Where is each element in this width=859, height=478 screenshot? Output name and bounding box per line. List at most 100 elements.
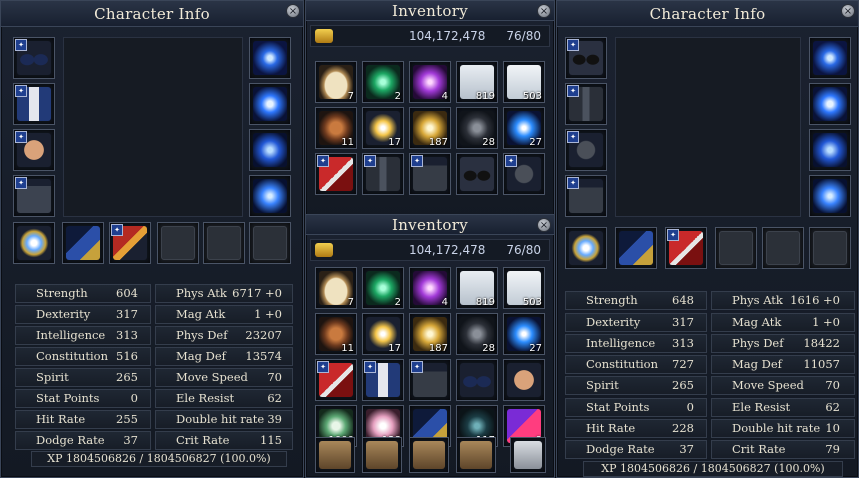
enchant-badge-icon: ✦ xyxy=(15,177,27,189)
inventory-slot[interactable]: ✦ xyxy=(315,153,357,195)
stat-dexterity: Dexterity 317 xyxy=(565,313,707,332)
equip-slot-gloves[interactable]: ✦ xyxy=(565,129,607,171)
bag-slot-2[interactable] xyxy=(362,437,402,473)
equip-slot-amulet[interactable] xyxy=(13,222,55,264)
equip-slot-sunglasses[interactable]: ✦ xyxy=(565,37,607,79)
inventory-slot[interactable]: 7 xyxy=(315,61,357,103)
equip-slot-boots[interactable]: ✦ xyxy=(13,175,55,217)
inventory-slot[interactable]: 819 xyxy=(456,61,498,103)
inventory-slot[interactable]: 17 xyxy=(362,313,404,355)
equip-slot-coat[interactable]: ✦ xyxy=(13,83,55,125)
stat-ele-resist: Ele Resist 62 xyxy=(155,389,293,408)
locked-slot-icon xyxy=(719,231,753,265)
inventory-slot[interactable]: ✦ xyxy=(409,359,451,401)
character-preview-area xyxy=(615,37,801,217)
inventory-slot[interactable]: 4 xyxy=(409,267,451,309)
inventory-slot[interactable]: 11 xyxy=(315,107,357,149)
close-button[interactable]: × xyxy=(841,4,855,18)
trash-slot[interactable] xyxy=(510,437,546,473)
stat-mag-def: Mag Def 11057 xyxy=(711,355,855,374)
inventory-slot[interactable]: 503 xyxy=(503,61,545,103)
enchant-badge-icon: ✦ xyxy=(411,361,423,373)
equip-slot-gloves[interactable]: ✦ xyxy=(13,129,55,171)
blue-sparkle-icon xyxy=(813,133,847,167)
bag-slot-1[interactable] xyxy=(315,437,355,473)
skill-slot-1[interactable] xyxy=(809,37,851,79)
inventory-slot[interactable]: ✦ xyxy=(315,359,357,401)
close-button[interactable]: × xyxy=(286,4,300,18)
inventory-slot[interactable]: ✦ xyxy=(362,359,404,401)
gold-bar: 104,172,478 76/80 xyxy=(310,25,550,47)
gold-coin-icon xyxy=(315,29,333,43)
inventory-slot[interactable]: ✦ xyxy=(409,153,451,195)
skill-slot-3[interactable] xyxy=(249,129,291,171)
xp-bar: XP 1804506826 / 1804506827 (100.0%) xyxy=(31,451,287,467)
inventory-slot[interactable]: 28 xyxy=(456,107,498,149)
stat-intelligence: Intelligence 313 xyxy=(565,334,707,353)
equip-slot-mount[interactable] xyxy=(62,222,104,264)
equip-slot-locked-2 xyxy=(203,222,245,264)
stat-hit-rate: Hit Rate 255 xyxy=(15,410,151,429)
equip-slot-locked-3 xyxy=(809,227,851,269)
stat-strength: Strength 604 xyxy=(15,284,151,303)
skill-slot-4[interactable] xyxy=(249,175,291,217)
stat-phys-def: Phys Def 18422 xyxy=(711,334,855,353)
inventory-slot[interactable] xyxy=(503,359,545,401)
inventory-slot[interactable]: 11 xyxy=(315,313,357,355)
blue-orb-icon xyxy=(253,87,287,121)
equip-slot-boots[interactable]: ✦ xyxy=(565,175,607,217)
stat-crit-rate: Crit Rate 115 xyxy=(155,431,293,450)
enchant-badge-icon: ✦ xyxy=(567,177,579,189)
bag-slot-4[interactable] xyxy=(456,437,496,473)
equip-slot-weapon[interactable]: ✦ xyxy=(665,227,707,269)
skill-slot-3[interactable] xyxy=(809,129,851,171)
stat-stat-points: Stat Points 0 xyxy=(565,398,707,417)
stat-double-hit-rate: Double hit rate 39 xyxy=(155,410,293,429)
stat-double-hit-rate: Double hit rate 10 xyxy=(711,419,855,438)
inventory-slot[interactable]: 7 xyxy=(315,267,357,309)
equip-slot-coat[interactable]: ✦ xyxy=(565,83,607,125)
stat-stat-points: Stat Points 0 xyxy=(15,389,151,408)
character-info-right-panel: Character Info × ✦ ✦ ✦ ✦ ✦ Strength 648 P… xyxy=(556,0,859,478)
locked-slot-icon xyxy=(161,226,195,260)
inventory-slot[interactable]: 187 xyxy=(409,313,451,355)
equip-slot-weapon[interactable]: ✦ xyxy=(109,222,151,264)
inventory-slot[interactable]: 187 xyxy=(409,107,451,149)
inventory-slot[interactable]: ✦ xyxy=(503,153,545,195)
inventory-slot[interactable]: 2 xyxy=(362,61,404,103)
inventory-slot[interactable]: 28 xyxy=(456,313,498,355)
skill-slot-4[interactable] xyxy=(809,175,851,217)
inventory-slot[interactable]: 27 xyxy=(503,313,545,355)
equip-slot-locked-1 xyxy=(715,227,757,269)
mount-icon xyxy=(619,231,653,265)
stat-move-speed: Move Speed 70 xyxy=(711,376,855,395)
inventory-slot[interactable]: 27 xyxy=(503,107,545,149)
stat-ele-resist: Ele Resist 62 xyxy=(711,398,855,417)
stat-crit-rate: Crit Rate 79 xyxy=(711,440,855,459)
skill-slot-2[interactable] xyxy=(249,83,291,125)
sunglasses-icon xyxy=(460,157,494,191)
inventory-slot[interactable]: 4 xyxy=(409,61,451,103)
enchant-badge-icon: ✦ xyxy=(364,155,376,167)
inventory-top-title: Inventory xyxy=(306,1,554,21)
inventory-slot[interactable] xyxy=(456,359,498,401)
skill-slot-1[interactable] xyxy=(249,37,291,79)
equip-slot-glasses[interactable]: ✦ xyxy=(13,37,55,79)
equip-slot-mount[interactable] xyxy=(615,227,657,269)
inventory-slot[interactable] xyxy=(456,153,498,195)
inventory-slot[interactable]: 819 xyxy=(456,267,498,309)
enchant-badge-icon: ✦ xyxy=(15,85,27,97)
close-button[interactable]: × xyxy=(537,218,551,232)
equip-slot-amulet[interactable] xyxy=(565,227,607,269)
blue-vortex-icon xyxy=(253,41,287,75)
inventory-bottom-panel: Inventory × 104,172,478 76/80 7 2 4 819 … xyxy=(305,214,555,478)
inventory-slot[interactable]: 17 xyxy=(362,107,404,149)
enchant-badge-icon: ✦ xyxy=(15,39,27,51)
skill-slot-2[interactable] xyxy=(809,83,851,125)
close-button[interactable]: × xyxy=(537,4,551,18)
inventory-slot[interactable]: 503 xyxy=(503,267,545,309)
inventory-slot[interactable]: ✦ xyxy=(362,153,404,195)
stat-spirit: Spirit 265 xyxy=(565,376,707,395)
inventory-slot[interactable]: 2 xyxy=(362,267,404,309)
bag-slot-3[interactable] xyxy=(409,437,449,473)
